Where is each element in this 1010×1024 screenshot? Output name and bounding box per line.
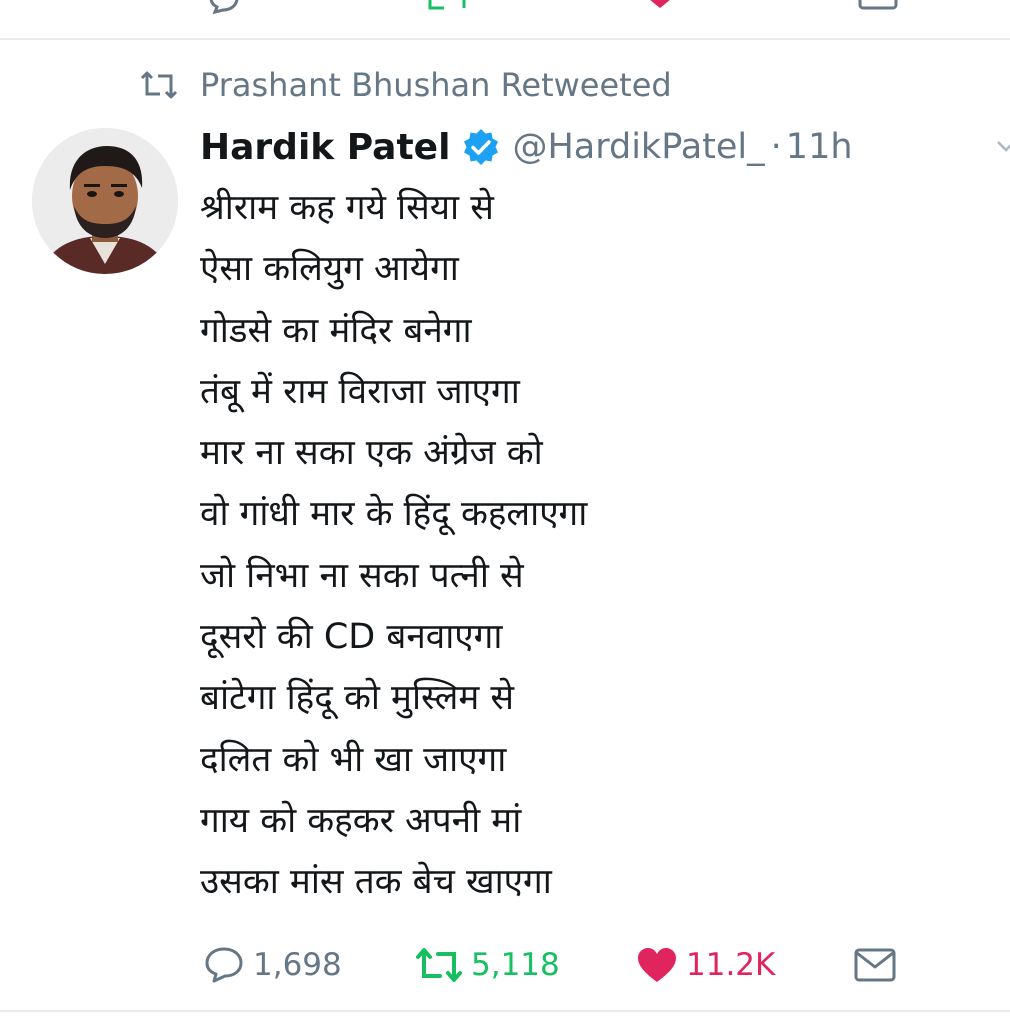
tweet-text-line: दलित को भी खा जाएगा bbox=[200, 739, 507, 780]
tweet-header: Hardik Patel @HardikPatel_ · 11h bbox=[200, 122, 853, 172]
tweet-timestamp[interactable]: 11h bbox=[786, 127, 853, 167]
tweet-text-line: तंबू में राम विराजा जाएगा bbox=[200, 371, 520, 412]
tweet-text: श्रीराम कह गये सिया से ऐसा कलियुग आयेगा … bbox=[200, 178, 990, 914]
tweet-text-line: जो निभा ना सका पत्नी से bbox=[200, 555, 524, 596]
heart-icon bbox=[638, 948, 676, 982]
tweet-text-line: वो गांधी मार के हिंदू कहलाएगा bbox=[200, 494, 588, 535]
separator-dot: · bbox=[770, 127, 782, 167]
tweet-text-line: ऐसा कलियुग आयेगा bbox=[200, 249, 459, 290]
author-display-name[interactable]: Hardik Patel bbox=[200, 127, 450, 168]
tweet-text-line: गाय को कहकर अपनी मां bbox=[200, 800, 522, 841]
retweet-count: 5,118 bbox=[471, 947, 560, 983]
retweet-icon bbox=[140, 71, 178, 99]
tweet-text-line: मार ना सका एक अंग्रेज को bbox=[200, 433, 543, 474]
tweet-text-line: गोडसे का मंदिर बनेगा bbox=[200, 310, 472, 351]
tweet-text-line: बांटेगा हिंदू को मुस्लिम से bbox=[200, 678, 515, 719]
reply-count: 1,698 bbox=[253, 947, 342, 983]
retweet-button[interactable]: 5,118 bbox=[415, 940, 560, 990]
tweet-text-line: श्रीराम कह गये सिया से bbox=[200, 188, 494, 228]
reply-icon bbox=[205, 947, 243, 983]
chevron-down-icon[interactable] bbox=[996, 138, 1010, 156]
retweet-icon[interactable] bbox=[424, 0, 470, 14]
avatar-image bbox=[32, 128, 178, 274]
retweet-icon bbox=[416, 948, 462, 982]
tweet-actions: 1,698 5,118 11.2K bbox=[0, 940, 1010, 990]
retweet-context[interactable]: Prashant Bhushan Retweeted bbox=[138, 62, 672, 108]
divider bbox=[0, 38, 1010, 40]
envelope-icon bbox=[854, 948, 896, 982]
reply-button[interactable]: 1,698 bbox=[203, 940, 342, 990]
tweet-text-line: दूसरो की CD बनवाएगा bbox=[200, 617, 503, 658]
previous-tweet-actions bbox=[0, 0, 1010, 14]
retweet-context-text: Prashant Bhushan Retweeted bbox=[200, 66, 672, 104]
reply-icon[interactable] bbox=[205, 0, 241, 14]
author-handle[interactable]: @HardikPatel_ bbox=[512, 127, 764, 167]
like-button[interactable]: 11.2K bbox=[636, 940, 775, 990]
heart-icon[interactable] bbox=[640, 0, 680, 10]
avatar[interactable] bbox=[32, 128, 178, 274]
divider bbox=[0, 1010, 1010, 1012]
verified-badge-icon bbox=[464, 129, 499, 165]
envelope-icon[interactable] bbox=[858, 0, 898, 10]
like-count: 11.2K bbox=[686, 947, 776, 983]
tweet-text-line: उसका मांस तक बेच खाएगा bbox=[200, 862, 552, 903]
direct-message-button[interactable] bbox=[854, 940, 896, 990]
